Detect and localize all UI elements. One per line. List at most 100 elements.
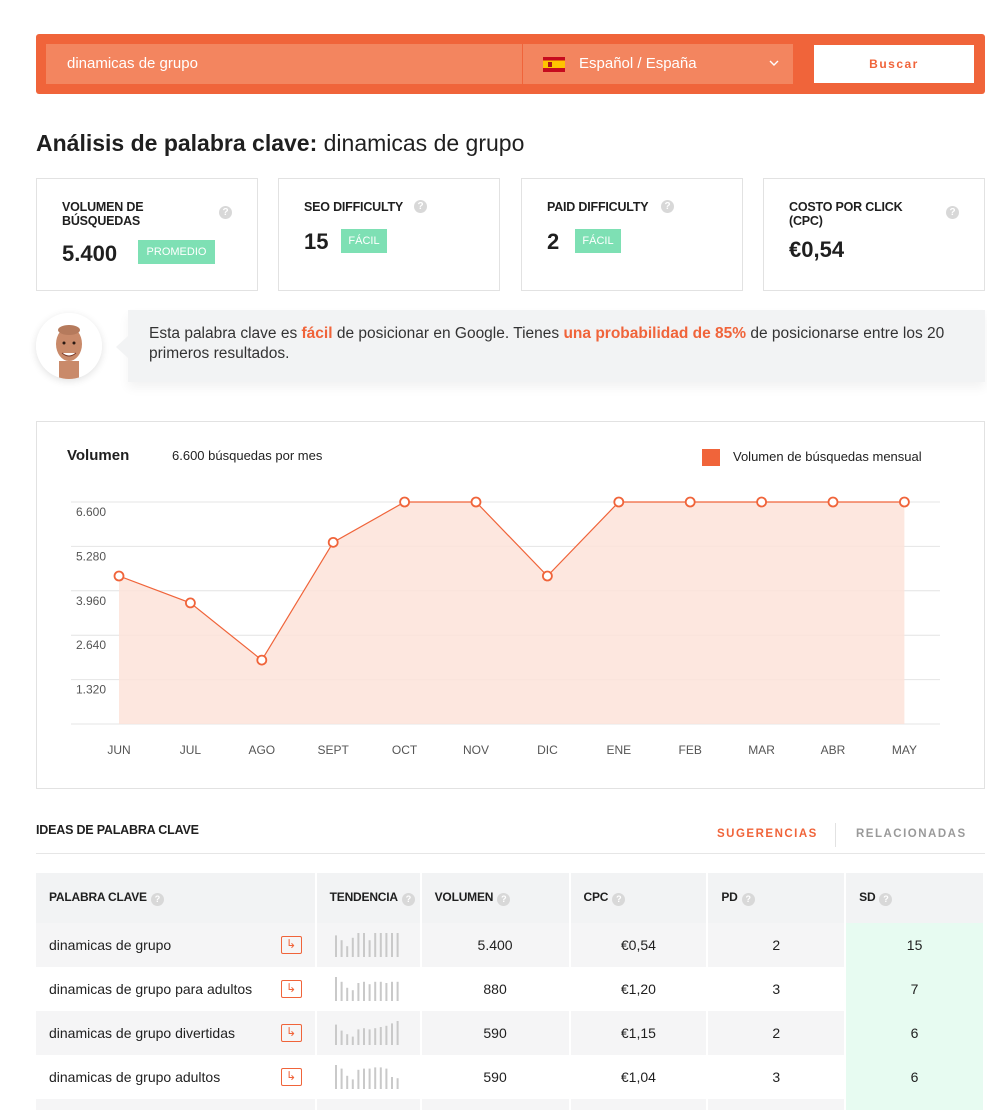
cpc-cell: €1,15 bbox=[569, 1011, 709, 1055]
metric-value: 5.400 bbox=[62, 241, 118, 266]
data-point[interactable] bbox=[113, 570, 125, 582]
data-point[interactable] bbox=[756, 496, 767, 508]
column-header-cpc[interactable]: CPC? bbox=[569, 873, 709, 923]
open-keyword-arrow-icon[interactable]: ↳ bbox=[280, 1068, 302, 1086]
table-row[interactable]: dinamicas de grupo ↳ 5.400 €0,54 2 15 bbox=[36, 923, 985, 967]
x-tick-label: SEPT bbox=[318, 743, 350, 757]
keyword-ideas-table: PALABRA CLAVE? TENDENCIA? VOLUMEN? CPC? … bbox=[36, 873, 985, 1110]
trend-bar bbox=[379, 1067, 382, 1089]
tab-related[interactable]: RELACIONADAS bbox=[856, 828, 967, 840]
help-icon[interactable]: ? bbox=[879, 893, 893, 906]
trend-bar bbox=[345, 1034, 348, 1045]
language-select-label: Español / España bbox=[579, 55, 697, 72]
trend-bar bbox=[373, 933, 376, 957]
table-row[interactable]: dinamicas de grupo adultos ↳ 590 €1,04 3 … bbox=[36, 1055, 985, 1099]
trend-bar bbox=[396, 1021, 399, 1045]
column-header-keyword[interactable]: PALABRA CLAVE? bbox=[36, 873, 317, 923]
metric-card-search-volume: Volumen de búsquedas ? 5.400 PROMEDIO bbox=[36, 178, 258, 291]
column-header-label: PD bbox=[721, 890, 738, 904]
metric-value: 2 bbox=[547, 229, 560, 254]
trend-bar bbox=[368, 1029, 371, 1045]
cpc-cell bbox=[569, 1099, 709, 1110]
trend-bar bbox=[340, 1030, 343, 1045]
open-keyword-arrow-icon[interactable]: ↳ bbox=[280, 936, 302, 954]
help-icon[interactable]: ? bbox=[497, 893, 511, 906]
trend-bar bbox=[340, 1068, 343, 1089]
avatar bbox=[36, 313, 102, 379]
keyword-cell: dinamicas de grupo adultos ↳ bbox=[36, 1055, 317, 1099]
open-keyword-arrow-icon[interactable]: ↳ bbox=[280, 1024, 302, 1042]
x-tick-label: JUL bbox=[180, 743, 202, 757]
y-tick-label: 3.960 bbox=[76, 594, 106, 608]
volume-cell: 880 bbox=[420, 967, 571, 1011]
table-row[interactable]: dinamicas de grupo para adultos ↳ 880 €1,… bbox=[36, 967, 985, 1011]
data-point[interactable] bbox=[613, 496, 625, 508]
tab-suggestions[interactable]: SUGERENCIAS bbox=[717, 828, 818, 840]
series-area bbox=[119, 502, 905, 724]
column-header-label: VOLUMEN bbox=[434, 890, 494, 904]
volume-cell: 590 bbox=[420, 1055, 571, 1099]
keyword-text[interactable]: dinamicas de grupo divertidas bbox=[49, 1025, 235, 1041]
trend-bar bbox=[340, 981, 343, 1001]
keyword-text[interactable]: dinamicas de grupo bbox=[49, 937, 171, 953]
advice-text: de posicionar en Google. Tienes bbox=[332, 325, 564, 342]
cpc-cell: €0,54 bbox=[569, 923, 709, 967]
trend-bar bbox=[373, 981, 376, 1001]
trend-bar bbox=[368, 984, 371, 1001]
status-badge: PROMEDIO bbox=[138, 240, 215, 264]
metric-card-seo-difficulty: SEO Difficulty ? 15 FÁCIL bbox=[278, 178, 500, 291]
data-point[interactable] bbox=[827, 496, 839, 508]
advice-text: Esta palabra clave es bbox=[149, 325, 302, 342]
column-header-trend[interactable]: TENDENCIA? bbox=[315, 873, 422, 923]
help-icon[interactable]: ? bbox=[946, 206, 959, 219]
table-row[interactable]: dinamicas de grupo divertidas ↳ 590 €1,15… bbox=[36, 1011, 985, 1055]
trend-cell bbox=[315, 1011, 422, 1055]
keyword-cell: dinamicas de grupo ↳ bbox=[36, 923, 317, 967]
metric-card-paid-difficulty: Paid Difficulty ? 2 FÁCIL bbox=[521, 178, 743, 291]
trend-bar bbox=[362, 1068, 365, 1089]
help-icon[interactable]: ? bbox=[661, 200, 674, 213]
trend-bar bbox=[379, 1027, 382, 1045]
help-icon[interactable]: ? bbox=[219, 206, 232, 219]
keyword-search-input[interactable] bbox=[46, 44, 522, 84]
trend-bar bbox=[351, 1036, 354, 1045]
table-row[interactable] bbox=[36, 1099, 985, 1110]
data-point[interactable] bbox=[541, 570, 553, 582]
trend-sparkline bbox=[334, 977, 399, 1001]
pd-cell: 3 bbox=[707, 1055, 847, 1099]
x-tick-label: ABR bbox=[821, 743, 846, 757]
data-point[interactable] bbox=[399, 496, 411, 508]
help-icon[interactable]: ? bbox=[741, 893, 755, 906]
open-keyword-arrow-icon[interactable]: ↳ bbox=[280, 980, 302, 998]
page-title-keyword: dinamicas de grupo bbox=[323, 130, 525, 156]
metric-card-cpc: Costo por click (CPC) ? €0,54 bbox=[763, 178, 985, 291]
column-header-pd[interactable]: PD? bbox=[707, 873, 847, 923]
sd-cell: 7 bbox=[845, 967, 985, 1011]
x-tick-label: OCT bbox=[392, 743, 418, 757]
trend-bar bbox=[334, 977, 337, 1001]
help-icon[interactable]: ? bbox=[150, 893, 164, 906]
metric-label: SEO Difficulty bbox=[304, 200, 404, 214]
trend-cell bbox=[315, 967, 422, 1011]
column-header-volume[interactable]: VOLUMEN? bbox=[420, 873, 571, 923]
language-select[interactable]: Español / España bbox=[523, 44, 793, 84]
keyword-text[interactable]: dinamicas de grupo adultos bbox=[49, 1069, 220, 1085]
data-point[interactable] bbox=[256, 654, 268, 666]
metric-label: Costo por click (CPC) bbox=[789, 200, 903, 228]
pd-cell: 2 bbox=[707, 1011, 847, 1055]
y-tick-label: 6.600 bbox=[76, 505, 106, 519]
help-icon[interactable]: ? bbox=[401, 893, 415, 906]
data-point[interactable] bbox=[684, 496, 696, 508]
data-point[interactable] bbox=[470, 496, 482, 508]
help-icon[interactable]: ? bbox=[414, 200, 427, 213]
advice-highlight-probability: una probabilidad de 85% bbox=[563, 325, 747, 342]
search-button[interactable]: Buscar bbox=[814, 45, 974, 83]
help-icon[interactable]: ? bbox=[612, 893, 626, 906]
column-header-sd[interactable]: SD? bbox=[845, 873, 985, 923]
data-point[interactable] bbox=[899, 496, 910, 508]
data-point[interactable] bbox=[184, 597, 196, 609]
trend-bar bbox=[390, 1077, 393, 1089]
data-point[interactable] bbox=[327, 536, 339, 548]
trend-bar bbox=[373, 1028, 376, 1045]
keyword-text[interactable]: dinamicas de grupo para adultos bbox=[49, 981, 252, 997]
